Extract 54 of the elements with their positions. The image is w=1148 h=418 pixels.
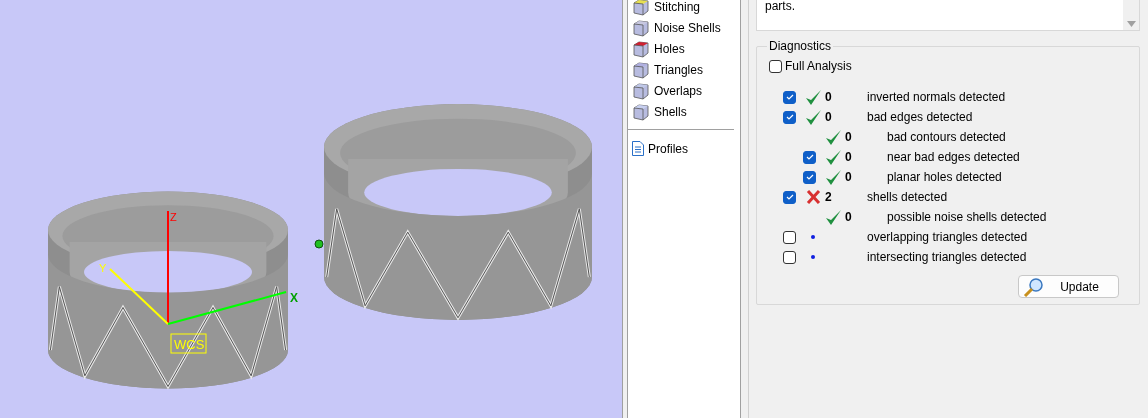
cube-icon [632, 60, 650, 79]
count-value: 0 [845, 170, 852, 184]
diagnostic-label: possible noise shells detected [887, 210, 1047, 224]
checkbox[interactable] [783, 110, 796, 124]
diagnostic-label: shells detected [867, 190, 948, 204]
update-button[interactable]: Update [1018, 275, 1119, 298]
cube-icon [632, 39, 650, 58]
sidebar-item[interactable]: Shells [654, 104, 687, 119]
diagnostic-label: inverted normals detected [867, 90, 1006, 104]
diagnostic-label: overlapping triangles detected [867, 230, 1028, 244]
count-value: 0 [825, 90, 832, 104]
count-value: 2 [825, 190, 832, 204]
diagnostic-label: intersecting triangles detected [867, 250, 1027, 264]
checkbox-label: Full Analysis [785, 59, 852, 73]
axis-label: Y [99, 262, 107, 274]
document-icon [632, 141, 644, 156]
checkbox[interactable] [803, 170, 816, 184]
sidebar-item[interactable]: Holes [654, 41, 685, 56]
y-axis [109, 268, 169, 325]
sidebar-item[interactable]: Overlaps [654, 83, 703, 98]
tick-icon [785, 94, 794, 100]
cube-icon [632, 102, 650, 121]
sidebar-item[interactable]: Profiles [648, 141, 688, 156]
checkbox[interactable] [783, 90, 796, 104]
sidebar-item[interactable]: Triangles [654, 62, 703, 77]
axis-label: Z [170, 211, 177, 223]
sidebar-item[interactable]: Stitching [654, 0, 701, 14]
tick-icon [785, 194, 794, 200]
checkbox[interactable] [783, 190, 796, 204]
diagnostic-label: near bad edges detected [887, 150, 1020, 164]
description-text: parts. [765, 0, 795, 13]
count-value: 0 [845, 150, 852, 164]
cube-icon [632, 0, 650, 16]
checkbox[interactable] [803, 150, 816, 164]
diagnostic-label: planar holes detected [887, 170, 1002, 184]
checkbox[interactable] [769, 59, 782, 73]
sidebar-item[interactable]: Noise Shells [654, 20, 721, 35]
diagnostic-label: bad contours detected [887, 130, 1006, 144]
count-value: 0 [845, 130, 852, 144]
cube-icon [632, 18, 650, 37]
diagnostic-label: bad edges detected [867, 110, 973, 124]
tick-icon [785, 114, 794, 120]
axis-label: X [290, 291, 298, 305]
checkbox[interactable] [783, 230, 796, 244]
tick-icon [805, 154, 814, 160]
cube-icon [632, 81, 650, 100]
origin-label: WCS [170, 333, 207, 354]
group-title: Diagnostics [768, 39, 833, 53]
tick-icon [805, 174, 814, 180]
checkbox[interactable] [783, 250, 796, 264]
count-value: 0 [825, 110, 832, 124]
pivot-point [314, 239, 324, 249]
magnifier-icon [1023, 276, 1045, 297]
count-value: 0 [845, 210, 852, 224]
